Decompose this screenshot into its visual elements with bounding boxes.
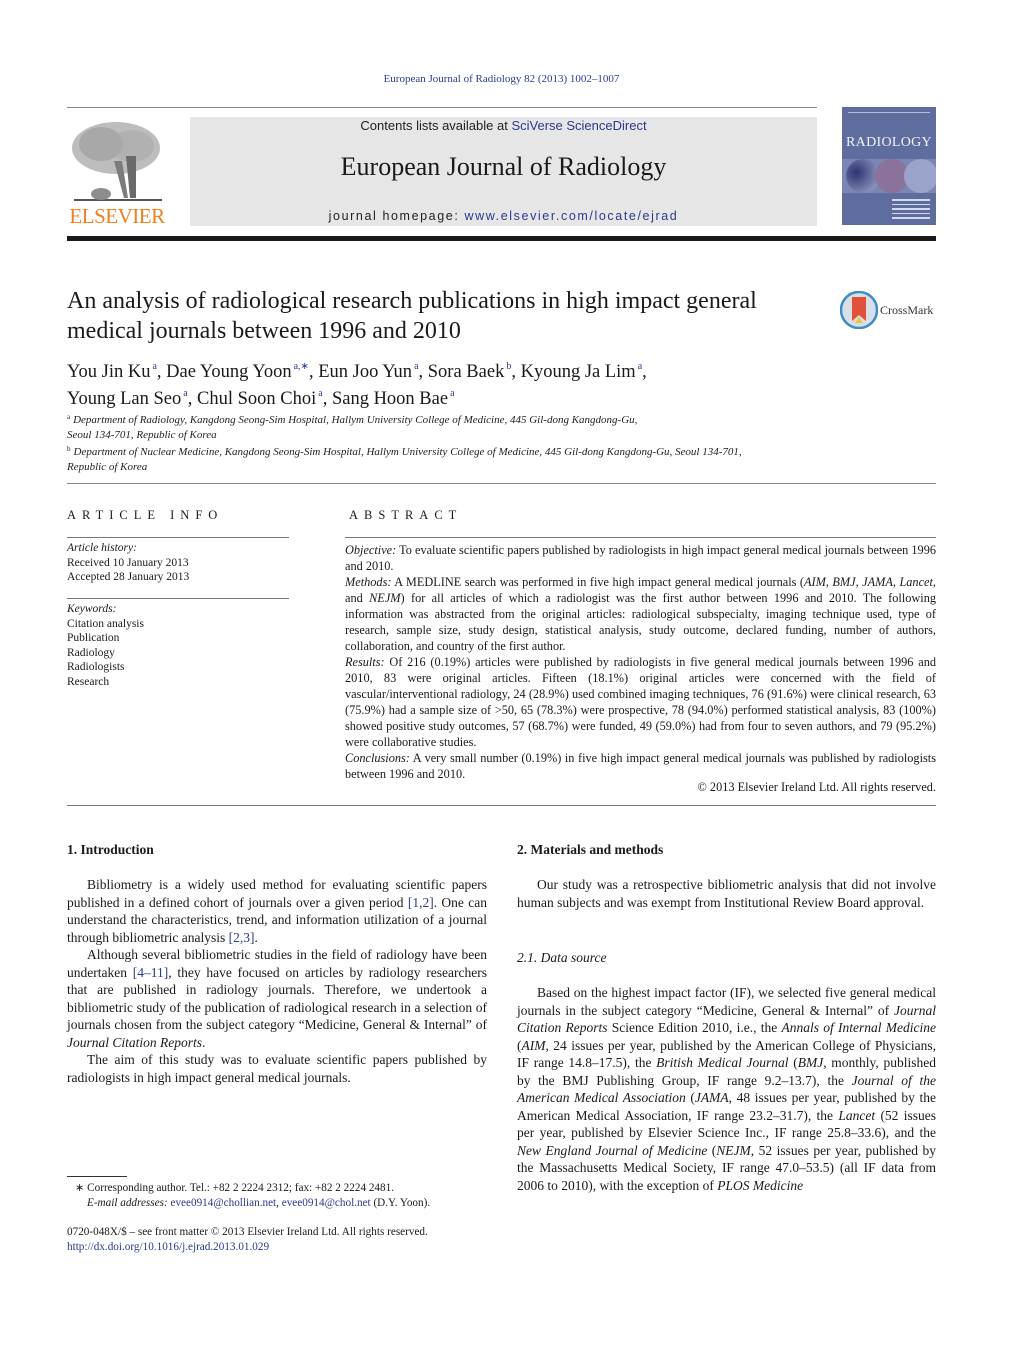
cover-circle <box>904 159 936 193</box>
email-line: E-mail addresses: evee0914@chollian.net,… <box>87 1197 431 1209</box>
doi-link[interactable]: http://dx.doi.org/10.1016/j.ejrad.2013.0… <box>67 1241 269 1253</box>
accepted-date: Accepted 28 January 2013 <box>67 571 190 583</box>
crossmark-icon <box>839 290 879 330</box>
homepage-line: journal homepage: www.elsevier.com/locat… <box>190 209 817 223</box>
front-matter-line: 0720-048X/$ – see front matter © 2013 El… <box>67 1226 428 1238</box>
cover-text-lines <box>892 199 930 222</box>
article-info-rule <box>67 537 289 538</box>
keyword[interactable]: Publication <box>67 631 289 646</box>
keywords-label: Keywords: <box>67 603 117 615</box>
received-date: Received 10 January 2013 <box>67 556 189 569</box>
article-history: Article history: Received 10 January 201… <box>67 541 289 585</box>
history-label: Article history: <box>67 542 137 554</box>
sciencedirect-link[interactable]: SciVerse ScienceDirect <box>511 118 646 133</box>
footnote-rule <box>67 1176 127 1177</box>
keyword[interactable]: Radiology <box>67 646 289 661</box>
keyword[interactable]: Radiologists <box>67 660 289 675</box>
journal-cover-thumbnail[interactable]: RADIOLOGY <box>842 107 936 225</box>
section-heading-introduction: 1. Introduction <box>67 842 154 857</box>
cover-title: RADIOLOGY <box>846 135 932 150</box>
reference-link[interactable]: [1,2] <box>408 895 434 910</box>
author[interactable]: Sora Baek b <box>428 361 512 382</box>
abstract-heading: ABSTRACT <box>349 508 463 522</box>
author[interactable]: Kyoung Ja Lim a <box>521 361 643 382</box>
paragraph: Our study was a retrospective bibliometr… <box>517 877 936 910</box>
author[interactable]: Young Lan Seo a <box>67 388 188 409</box>
email-link[interactable]: evee0914@chollian.net <box>170 1197 276 1209</box>
paragraph: The aim of this study was to evaluate sc… <box>67 1052 487 1085</box>
article-info-heading: ARTICLE INFO <box>67 508 224 522</box>
contents-prefix: Contents lists available at <box>360 118 512 133</box>
keywords: Keywords: Citation analysis Publication … <box>67 602 289 689</box>
section-rule <box>67 483 936 484</box>
author[interactable]: Chul Soon Choi a <box>197 388 323 409</box>
reference-link[interactable]: [2,3] <box>229 930 255 945</box>
author[interactable]: Sang Hoon Bae a <box>332 388 455 409</box>
abstract-copyright: © 2013 Elsevier Ireland Ltd. All rights … <box>697 780 936 794</box>
abstract-conclusions: Conclusions: A very small number (0.19%)… <box>345 751 936 781</box>
abstract-results: Results: Of 216 (0.19%) articles were pu… <box>345 655 936 749</box>
subsection-heading-data-source: 2.1. Data source <box>517 950 607 965</box>
crossmark-label: CrossMark <box>880 303 934 317</box>
abstract-methods: Methods: A MEDLINE search was performed … <box>345 575 936 653</box>
contents-line: Contents lists available at SciVerse Sci… <box>190 118 817 133</box>
paragraph: Although several bibliometric studies in… <box>67 947 487 1050</box>
paragraph: Based on the highest impact factor (IF),… <box>517 985 937 1193</box>
author[interactable]: You Jin Ku a <box>67 361 157 382</box>
crossmark-button[interactable]: CrossMark <box>839 290 940 330</box>
article-info-rule <box>67 598 289 599</box>
affiliation-b: b Department of Nuclear Medicine, Kangdon… <box>67 445 742 473</box>
affiliations: a Department of Radiology, Kangdong Seong… <box>67 410 827 474</box>
journal-citation[interactable]: European Journal of Radiology 82 (2013) … <box>0 73 1003 85</box>
corresponding-author-footnote: ∗ Corresponding author. Tel.: +82 2 2224… <box>75 1181 495 1211</box>
section-heading-materials-methods: 2. Materials and methods <box>517 842 664 857</box>
cover-header-bar <box>848 112 930 117</box>
abstract-body: Objective: To evaluate scientific papers… <box>345 542 936 782</box>
reference-link[interactable]: [4–11] <box>133 965 169 980</box>
homepage-prefix: journal homepage: <box>328 209 465 223</box>
author-list: You Jin Ku a, Dae Young Yoon a,∗, Eun Joo … <box>67 361 647 409</box>
abstract-rule <box>345 537 936 538</box>
front-matter: 0720-048X/$ – see front matter © 2013 El… <box>67 1225 507 1255</box>
author[interactable]: Dae Young Yoon a,∗ <box>166 361 309 382</box>
introduction-body: Bibliometry is a widely used method for … <box>67 876 487 1086</box>
abstract-objective: Objective: To evaluate scientific papers… <box>345 543 936 573</box>
keyword[interactable]: Research <box>67 675 289 690</box>
article-title: An analysis of radiological research pub… <box>67 288 757 344</box>
data-source-body: Based on the highest impact factor (IF),… <box>517 984 936 1194</box>
journal-banner: Contents lists available at SciVerse Sci… <box>190 117 817 226</box>
email-link[interactable]: evee0914@chol.net <box>282 1197 371 1209</box>
corresponding-author-line: ∗ Corresponding author. Tel.: +82 2 2224… <box>75 1182 395 1194</box>
author[interactable]: Eun Joo Yun a <box>318 361 418 382</box>
materials-methods-body: Our study was a retrospective bibliometr… <box>517 876 936 911</box>
header-rule <box>67 107 817 108</box>
elsevier-wordmark: ELSEVIER <box>69 204 165 228</box>
header-thick-rule <box>67 236 936 241</box>
paragraph: Bibliometry is a widely used method for … <box>67 877 487 945</box>
journal-homepage-link[interactable]: www.elsevier.com/locate/ejrad <box>464 209 678 223</box>
abstract-end-rule <box>67 805 936 806</box>
affiliation-a: a Department of Radiology, Kangdong Seong… <box>67 413 638 441</box>
keyword[interactable]: Citation analysis <box>67 617 289 632</box>
journal-title: European Journal of Radiology <box>340 152 667 181</box>
